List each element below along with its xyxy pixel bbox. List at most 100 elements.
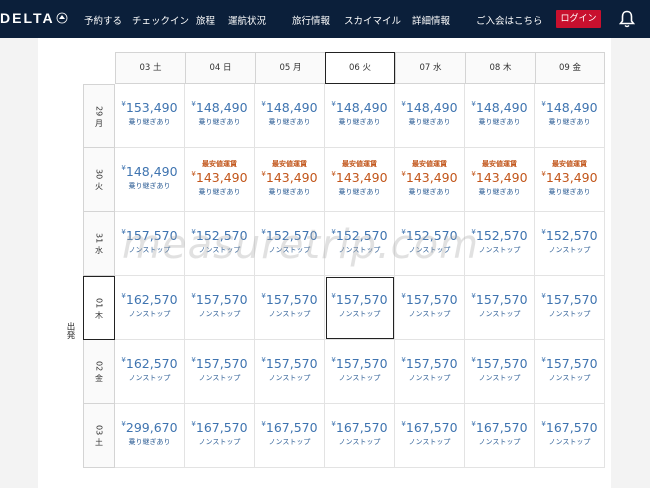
fare-amount: 143,490 <box>545 170 598 185</box>
fare-cell[interactable]: 最安値運賃 ¥143,490 乗り継ぎあり <box>255 148 325 212</box>
fare-stop-note: 乗り継ぎあり <box>408 118 451 126</box>
return-date-6[interactable]: 09 金 <box>535 52 605 84</box>
fare-stop-note: 乗り継ぎあり <box>128 118 171 126</box>
fare-row: 29 月 ¥153,490 乗り継ぎあり ¥148,490 乗り継ぎあり ¥148,490… <box>83 84 605 148</box>
fare-cell[interactable]: ¥152,570 ノンストップ <box>185 212 255 276</box>
fare-cell[interactable]: ¥157,570 ノンストップ <box>535 340 605 404</box>
fare-price: ¥143,490 <box>395 170 464 185</box>
nav-flight-status[interactable]: 運航状況 <box>228 13 266 27</box>
fare-cell[interactable]: ¥157,570 ノンストップ <box>325 276 395 340</box>
fare-cell[interactable]: ¥157,570 ノンストップ <box>465 276 535 340</box>
depart-date-label: 03 土 <box>94 425 104 446</box>
notification-bell-icon[interactable] <box>619 10 635 28</box>
nav-itinerary[interactable]: 旅程 <box>196 13 215 27</box>
fare-cell[interactable]: ¥157,570 ノンストップ <box>255 340 325 404</box>
fare-cell[interactable]: ¥167,570 ノンストップ <box>535 404 605 468</box>
depart-date-cell[interactable]: 01 木 <box>83 276 115 340</box>
fare-amount: 157,570 <box>265 356 318 371</box>
fare-stop-note: ノンストップ <box>548 438 591 446</box>
fare-cell[interactable]: ¥157,570 ノンストップ <box>185 276 255 340</box>
nav-travel-info[interactable]: 旅行情報 <box>292 13 330 27</box>
fare-amount: 152,570 <box>195 228 248 243</box>
fare-cell[interactable]: ¥152,570 ノンストップ <box>535 212 605 276</box>
delta-logo[interactable]: DELTA <box>0 10 55 26</box>
fare-cell[interactable]: ¥162,570 ノンストップ <box>115 276 185 340</box>
fare-cell[interactable]: ¥148,490 乗り継ぎあり <box>395 84 465 148</box>
fare-cell[interactable]: ¥148,490 乗り継ぎあり <box>185 84 255 148</box>
depart-date-label: 01 木 <box>94 297 104 319</box>
fare-amount: 148,490 <box>265 100 318 115</box>
fare-price: ¥143,490 <box>185 170 254 185</box>
fare-cell[interactable]: ¥167,570 ノンストップ <box>325 404 395 468</box>
fare-price: ¥143,490 <box>325 170 394 185</box>
depart-date-cell[interactable]: 29 月 <box>83 84 115 148</box>
fare-cell[interactable]: ¥148,490 乗り継ぎあり <box>325 84 395 148</box>
fare-stop-note: 乗り継ぎあり <box>128 438 171 446</box>
nav-skymiles[interactable]: スカイマイル <box>344 13 401 27</box>
fare-cell[interactable]: 最安値運賃 ¥143,490 乗り継ぎあり <box>185 148 255 212</box>
fare-price: ¥143,490 <box>535 170 604 185</box>
fare-stop-note: ノンストップ <box>478 374 521 382</box>
fare-cell[interactable]: ¥152,570 ノンストップ <box>255 212 325 276</box>
fare-cell[interactable]: ¥157,570 ノンストップ <box>395 340 465 404</box>
return-date-0[interactable]: 03 土 <box>115 52 185 84</box>
fare-amount: 157,570 <box>195 356 248 371</box>
fare-amount: 167,570 <box>475 420 528 435</box>
join-link[interactable]: ご入会はこちら <box>476 13 543 27</box>
fare-stop-note: ノンストップ <box>268 374 311 382</box>
nav-more-info[interactable]: 詳細情報 <box>412 13 450 27</box>
fare-cell[interactable]: ¥157,570 ノンストップ <box>255 276 325 340</box>
fare-cell[interactable]: ¥148,490 乗り継ぎあり <box>115 148 185 212</box>
fare-cell[interactable]: ¥152,570 ノンストップ <box>325 212 395 276</box>
depart-date-cell[interactable]: 30 火 <box>83 148 115 212</box>
fare-cell[interactable]: ¥157,570 ノンストップ <box>465 340 535 404</box>
fare-price: ¥152,570 <box>465 228 534 243</box>
fare-price: ¥167,570 <box>465 420 534 435</box>
fare-grid: 29 月 ¥153,490 乗り継ぎあり ¥148,490 乗り継ぎあり ¥148,490… <box>83 84 605 468</box>
return-date-3[interactable]: 06 火 <box>325 52 395 84</box>
fare-cell[interactable]: ¥152,570 ノンストップ <box>395 212 465 276</box>
fare-price: ¥148,490 <box>115 164 184 179</box>
fare-cell[interactable]: ¥148,490 乗り継ぎあり <box>255 84 325 148</box>
fare-cell[interactable]: 最安値運賃 ¥143,490 乗り継ぎあり <box>535 148 605 212</box>
return-date-1[interactable]: 04 日 <box>185 52 255 84</box>
fare-cell[interactable]: ¥167,570 ノンストップ <box>395 404 465 468</box>
depart-date-cell[interactable]: 03 土 <box>83 404 115 468</box>
depart-date-cell[interactable]: 02 金 <box>83 340 115 404</box>
return-date-2[interactable]: 05 月 <box>255 52 325 84</box>
fare-cell[interactable]: ¥162,570 ノンストップ <box>115 340 185 404</box>
nav-checkin[interactable]: チェックイン <box>132 13 189 27</box>
lowest-fare-tag: 最安値運賃 <box>342 160 377 168</box>
fare-stop-note: ノンストップ <box>268 310 311 318</box>
fare-cell[interactable]: ¥167,570 ノンストップ <box>255 404 325 468</box>
fare-cell[interactable]: ¥157,570 ノンストップ <box>395 276 465 340</box>
fare-cell[interactable]: ¥157,570 ノンストップ <box>535 276 605 340</box>
fare-stop-note: ノンストップ <box>338 374 381 382</box>
fare-cell[interactable]: ¥148,490 乗り継ぎあり <box>535 84 605 148</box>
fare-cell[interactable]: ¥167,570 ノンストップ <box>185 404 255 468</box>
nav-book[interactable]: 予約する <box>84 13 122 27</box>
fare-stop-note: ノンストップ <box>128 246 171 254</box>
fare-cell[interactable]: ¥157,570 ノンストップ <box>185 340 255 404</box>
fare-cell[interactable]: ¥157,570 ノンストップ <box>115 212 185 276</box>
fare-price: ¥157,570 <box>255 356 324 371</box>
fare-cell[interactable]: ¥148,490 乗り継ぎあり <box>465 84 535 148</box>
fare-cell[interactable]: ¥152,570 ノンストップ <box>465 212 535 276</box>
fare-stop-note: ノンストップ <box>268 438 311 446</box>
fare-cell[interactable]: 最安値運賃 ¥143,490 乗り継ぎあり <box>325 148 395 212</box>
fare-price: ¥148,490 <box>185 100 254 115</box>
return-date-5[interactable]: 08 木 <box>465 52 535 84</box>
fare-cell[interactable]: ¥167,570 ノンストップ <box>465 404 535 468</box>
fare-cell[interactable]: 最安値運賃 ¥143,490 乗り継ぎあり <box>395 148 465 212</box>
fare-cell[interactable]: ¥299,670 乗り継ぎあり <box>115 404 185 468</box>
depart-date-cell[interactable]: 31 水 <box>83 212 115 276</box>
return-date-4[interactable]: 07 水 <box>395 52 465 84</box>
fare-price: ¥157,570 <box>185 292 254 307</box>
fare-cell[interactable]: ¥153,490 乗り継ぎあり <box>115 84 185 148</box>
fare-amount: 148,490 <box>335 100 388 115</box>
fare-cell[interactable]: 最安値運賃 ¥143,490 乗り継ぎあり <box>465 148 535 212</box>
fare-price: ¥148,490 <box>325 100 394 115</box>
fare-stop-note: ノンストップ <box>128 374 171 382</box>
login-button[interactable]: ログイン <box>556 10 601 28</box>
fare-cell[interactable]: ¥157,570 ノンストップ <box>325 340 395 404</box>
